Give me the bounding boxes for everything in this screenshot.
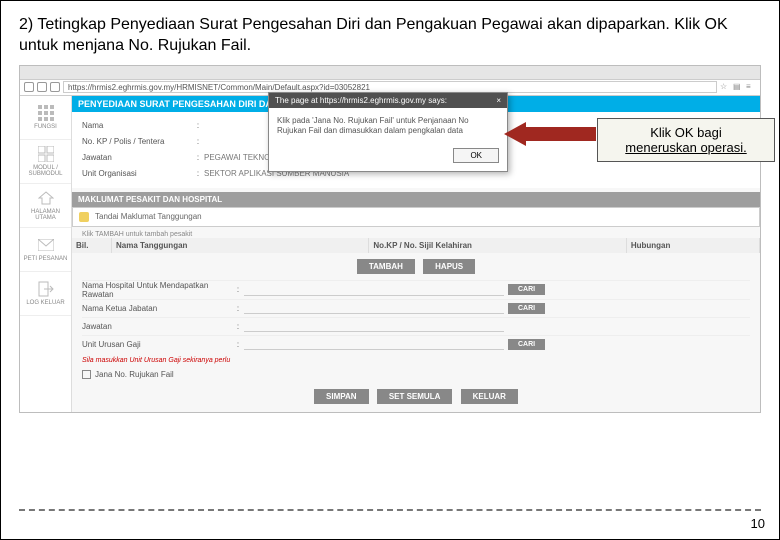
hapus-button[interactable]: HAPUS	[423, 259, 475, 274]
keluar-button[interactable]: KELUAR	[461, 389, 518, 404]
input-jawatan[interactable]	[244, 320, 504, 332]
label-nokp: No. KP / Polis / Tentera	[82, 137, 192, 146]
alert-tanggungan: Tandai Maklumat Tanggungan	[72, 207, 760, 227]
sidebar-label: LOG KELUAR	[26, 300, 64, 306]
sidebar-label: MODUL / SUBMODUL	[20, 165, 71, 177]
th-nokp: No.KP / No. Sijil Kelahiran	[369, 238, 626, 253]
setsemula-button[interactable]: SET SEMULA	[377, 389, 453, 404]
sidebar-label: PETI PESANAN	[24, 256, 68, 262]
sidebar-item-logout[interactable]: LOG KELUAR	[20, 272, 71, 316]
footer-divider	[19, 509, 761, 511]
label-nama: Nama	[82, 121, 192, 130]
input-ketua[interactable]	[244, 302, 504, 314]
label-jawatan2: Jawatan	[82, 322, 232, 331]
browser-window: https://hrmis2.eghrmis.gov.my/HRMISNET/C…	[19, 65, 761, 413]
sidebar-item-halaman[interactable]: HALAMAN UTAMA	[20, 184, 71, 228]
input-unitgaji[interactable]	[244, 338, 504, 350]
label-unitgaji: Unit Urusan Gaji	[82, 340, 232, 349]
warning-icon	[79, 212, 89, 222]
th-nama: Nama Tanggungan	[112, 238, 369, 253]
sidebar-item-fungsi[interactable]: FUNGSI	[20, 96, 71, 140]
sidebar-label: FUNGSI	[34, 124, 57, 130]
label-ketua: Nama Ketua Jabatan	[82, 304, 232, 313]
page-number: 10	[751, 516, 765, 531]
browser-tabbar	[20, 66, 760, 80]
th-hub: Hubungan	[627, 238, 760, 253]
input-hospital[interactable]	[244, 284, 504, 296]
section-hospital: MAKLUMAT PESAKIT DAN HOSPITAL	[72, 192, 760, 207]
main-content: PENYEDIAAN SURAT PENGESAHAN DIRI DAN PEN…	[72, 96, 760, 412]
dialog-title: The page at https://hrmis2.eghrmis.gov.m…	[275, 96, 447, 105]
callout-line2: meneruskan operasi.	[625, 140, 746, 155]
close-icon[interactable]: ×	[496, 96, 501, 105]
checkbox-label: Jana No. Rujukan Fail	[95, 370, 174, 379]
lock-icon: ▤	[733, 82, 743, 92]
label-unit: Unit Organisasi	[82, 169, 192, 178]
grid-icon	[37, 104, 55, 122]
home-icon	[37, 189, 55, 207]
cari-hospital-button[interactable]: CARI	[508, 284, 545, 295]
dialog-body: Klik pada 'Jana No. Rujukan Fail' untuk …	[269, 108, 507, 145]
mail-icon	[37, 236, 55, 254]
callout-line1: Klik OK bagi	[650, 125, 722, 140]
logout-icon	[37, 280, 55, 298]
table-header: Bil. Nama Tanggungan No.KP / No. Sijil K…	[72, 238, 760, 253]
confirm-dialog: The page at https://hrmis2.eghrmis.gov.m…	[268, 92, 508, 173]
cari-unitgaji-button[interactable]: CARI	[508, 339, 545, 350]
sidebar: FUNGSI MODUL / SUBMODUL HALAMAN UTAMA PE…	[20, 96, 72, 412]
instruction-text: 2) Tetingkap Penyediaan Surat Pengesahan…	[19, 15, 761, 57]
th-bil: Bil.	[72, 238, 112, 253]
label-hospital: Nama Hospital Untuk Mendapatkan Rawatan	[82, 281, 232, 299]
modules-icon	[37, 145, 55, 163]
hint-tambah: Klik TAMBAH untuk tambah pesakit	[72, 227, 760, 238]
star-icon[interactable]: ☆	[720, 82, 730, 92]
back-icon[interactable]	[24, 82, 34, 92]
simpan-button[interactable]: SIMPAN	[314, 389, 369, 404]
ok-button[interactable]: OK	[453, 148, 499, 163]
label-jawatan: Jawatan	[82, 153, 192, 162]
callout-box: Klik OK bagi meneruskan operasi.	[597, 118, 775, 162]
menu-icon[interactable]: ≡	[746, 82, 756, 92]
alert-text: Tandai Maklumat Tanggungan	[95, 212, 202, 221]
tambah-button[interactable]: TAMBAH	[357, 259, 415, 274]
note-text: Sila masukkan Unit Urusan Gaji sekiranya…	[82, 357, 750, 364]
sidebar-label: HALAMAN UTAMA	[20, 209, 71, 221]
sidebar-item-submodul[interactable]: MODUL / SUBMODUL	[20, 140, 71, 184]
sidebar-item-pesanan[interactable]: PETI PESANAN	[20, 228, 71, 272]
checkbox-jana[interactable]	[82, 370, 91, 379]
forward-icon[interactable]	[37, 82, 47, 92]
cari-ketua-button[interactable]: CARI	[508, 303, 545, 314]
reload-icon[interactable]	[50, 82, 60, 92]
